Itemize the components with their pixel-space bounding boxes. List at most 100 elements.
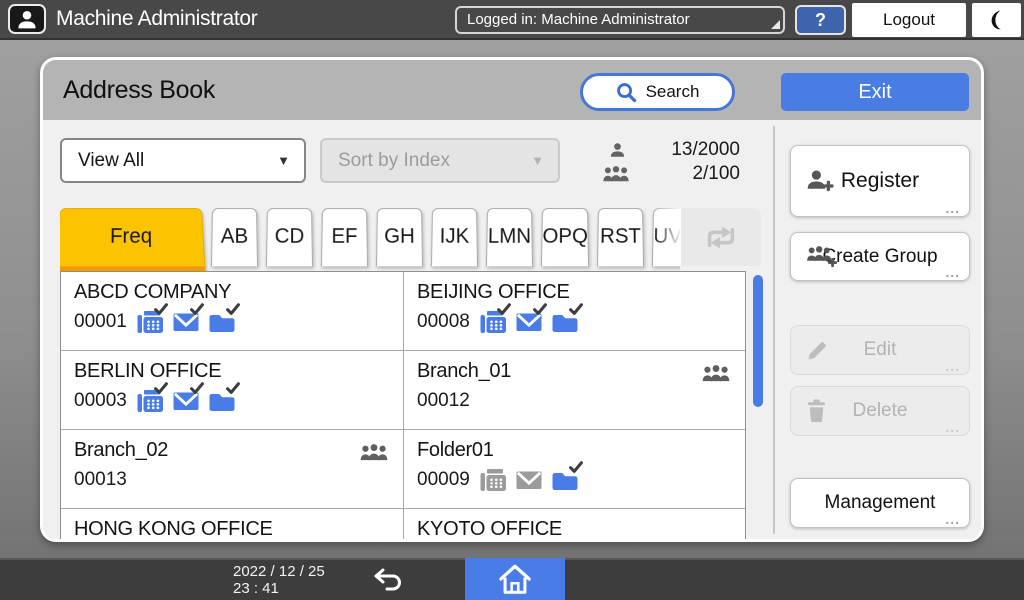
bottom-bar: 2022 / 12 / 25 23 : 41: [0, 558, 1024, 600]
entry-number: 00009: [417, 469, 470, 490]
tab-ab[interactable]: AB: [210, 208, 259, 267]
group-count-row: 2/100: [565, 163, 740, 186]
address-entry[interactable]: Branch_01 00012: [403, 351, 745, 430]
entry-number: 00003: [74, 390, 127, 411]
address-entry[interactable]: BERLIN OFFICE 00003: [61, 351, 403, 430]
folder-icon: [552, 461, 583, 491]
address-entry[interactable]: KYOTO OFFICE: [403, 509, 745, 539]
address-entry[interactable]: BEIJING OFFICE 00008: [403, 272, 745, 351]
sort-value: Sort by Index: [338, 150, 450, 171]
fax-icon: [137, 382, 168, 412]
logout-button[interactable]: Logout: [852, 3, 966, 37]
group-add-icon: [806, 245, 838, 269]
index-tab-strip: FreqABCDEFGHIJKLMNOPQRSTUVW: [60, 208, 680, 272]
exit-button[interactable]: Exit: [781, 73, 969, 111]
more-indicator: ...: [945, 419, 960, 435]
create-group-label: Create Group: [822, 245, 938, 267]
search-label: Search: [645, 82, 700, 101]
delete-label: Delete: [852, 400, 908, 421]
email-icon: [516, 469, 542, 491]
email-icon: [516, 303, 547, 333]
more-indicator: ...: [945, 358, 960, 374]
tab-lmn[interactable]: LMN: [485, 208, 534, 267]
tab-rst[interactable]: RST: [597, 208, 645, 267]
view-filter-dropdown[interactable]: View All ▼: [60, 138, 306, 183]
fax-icon: [137, 303, 168, 333]
entry-name: Branch_01: [417, 360, 512, 382]
switch-index-icon: [707, 226, 735, 248]
address-entry[interactable]: Branch_02 00013: [61, 430, 403, 509]
tab-fade: [653, 208, 681, 266]
search-button[interactable]: Search: [580, 73, 735, 111]
create-group-button[interactable]: Create Group ...: [790, 232, 970, 281]
fax-icon: [480, 469, 506, 491]
register-button[interactable]: Register ...: [790, 145, 970, 217]
person-add-icon: [806, 168, 834, 194]
search-icon: [616, 82, 636, 102]
address-list: ABCD COMPANY 00001 BEIJING OFFICE 00008 BERL…: [60, 271, 746, 539]
more-indicator: ...: [945, 200, 960, 216]
tab-gh[interactable]: GH: [375, 208, 424, 267]
entry-number: 00001: [74, 311, 127, 332]
date-time: 2022 / 12 / 25 23 : 41: [233, 563, 325, 597]
address-book-panel: Address Book Search Exit View All ▼ Sort…: [40, 57, 984, 542]
group-count: 2/100: [692, 163, 740, 184]
sleep-mode-button[interactable]: [972, 3, 1021, 37]
switch-index-button[interactable]: [681, 208, 761, 266]
folder-icon: [552, 303, 583, 333]
help-button[interactable]: ?: [795, 5, 846, 35]
page-title: Machine Administrator: [56, 7, 258, 30]
entry-number: 00012: [417, 390, 470, 411]
top-bar: Machine Administrator Logged in: Machine…: [0, 0, 1024, 40]
fax-icon: [480, 303, 511, 333]
list-scrollbar-thumb[interactable]: [753, 275, 763, 407]
entry-count-row: 13/2000: [565, 139, 740, 162]
dropdown-fold-icon: [771, 20, 780, 29]
view-filter-value: View All: [78, 150, 145, 171]
group-count-icon: [601, 165, 631, 189]
sort-dropdown[interactable]: Sort by Index ▼: [320, 138, 560, 183]
email-icon: [173, 303, 204, 333]
time-label: 23 : 41: [233, 580, 279, 597]
group-icon: [701, 364, 731, 388]
tab-freq[interactable]: Freq: [60, 208, 206, 272]
address-entry[interactable]: Folder01 00009: [403, 430, 745, 509]
user-icon[interactable]: [8, 4, 46, 34]
management-button[interactable]: Management ...: [790, 478, 970, 528]
entry-name: BEIJING OFFICE: [417, 281, 570, 303]
home-button[interactable]: [465, 558, 565, 600]
login-status-dropdown[interactable]: Logged in: Machine Administrator: [455, 6, 785, 34]
entry-number: 00008: [417, 311, 470, 332]
management-label: Management: [824, 492, 936, 513]
group-icon: [359, 443, 389, 467]
person-count-icon: [609, 141, 626, 164]
folder-icon: [209, 382, 240, 412]
tab-ijk[interactable]: IJK: [430, 208, 479, 267]
tab-opq[interactable]: OPQ: [540, 208, 590, 267]
back-button[interactable]: [362, 560, 414, 600]
login-status-label: Logged in: Machine Administrator: [467, 11, 690, 28]
tab-cd[interactable]: CD: [265, 208, 314, 267]
date-label: 2022 / 12 / 25: [233, 563, 325, 580]
edit-button[interactable]: Edit ...: [790, 325, 970, 375]
entry-number: 00013: [74, 469, 127, 490]
address-entry[interactable]: ABCD COMPANY 00001: [61, 272, 403, 351]
chevron-down-icon: ▼: [531, 153, 544, 168]
chevron-down-icon: ▼: [277, 153, 290, 168]
pencil-icon: [806, 338, 830, 362]
folder-icon: [209, 303, 240, 333]
entry-name: ABCD COMPANY: [74, 281, 232, 303]
home-icon: [499, 564, 531, 594]
address-entry[interactable]: HONG KONG OFFICE: [61, 509, 403, 539]
entry-name: Branch_02: [74, 439, 169, 461]
entry-name: HONG KONG OFFICE: [74, 518, 273, 539]
panel-title: Address Book: [63, 76, 216, 104]
delete-button[interactable]: Delete ...: [790, 386, 970, 436]
panel-header: Address Book Search Exit: [43, 60, 981, 120]
back-icon: [374, 568, 401, 591]
trash-icon: [806, 399, 827, 423]
register-label: Register: [840, 169, 920, 192]
more-indicator: ...: [945, 511, 960, 527]
edit-label: Edit: [863, 339, 897, 360]
tab-ef[interactable]: EF: [320, 208, 369, 267]
